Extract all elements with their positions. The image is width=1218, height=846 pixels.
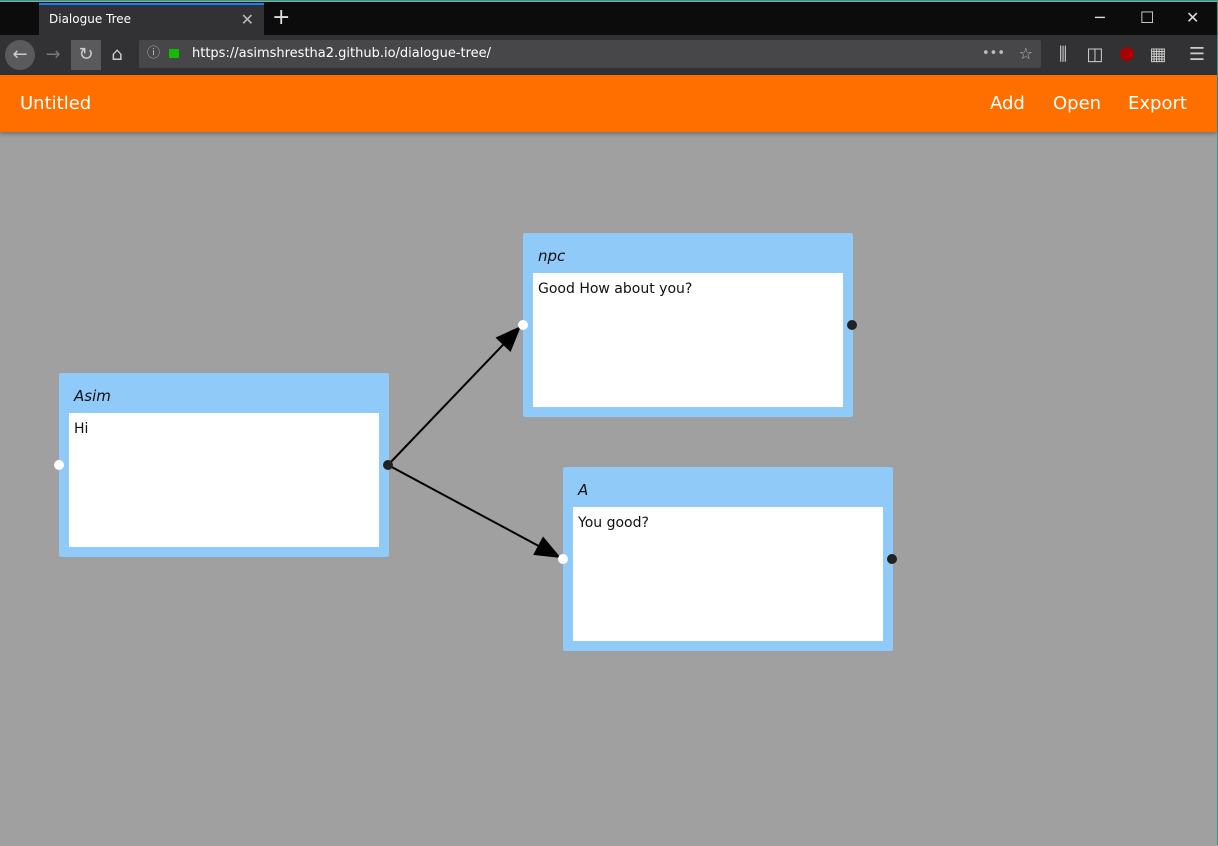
output-connector[interactable]	[887, 554, 897, 564]
node-text-input[interactable]: Hi	[69, 413, 379, 547]
input-connector[interactable]	[558, 554, 568, 564]
link-asim-npc	[387, 325, 522, 466]
dialogue-node-asim[interactable]: Asim Hi	[59, 373, 389, 557]
output-connector[interactable]	[847, 320, 857, 330]
link-asim-a	[387, 464, 562, 559]
dialogue-node-npc[interactable]: npc Good How about you?	[523, 233, 853, 417]
dialogue-node-a[interactable]: A You good?	[563, 467, 893, 651]
node-speaker[interactable]: Asim	[74, 387, 111, 405]
output-connector[interactable]	[383, 460, 393, 470]
node-speaker[interactable]: A	[578, 481, 588, 499]
input-connector[interactable]	[518, 320, 528, 330]
node-text-input[interactable]: You good?	[573, 507, 883, 641]
node-text-input[interactable]: Good How about you?	[533, 273, 843, 407]
node-speaker[interactable]: npc	[538, 247, 565, 265]
input-connector[interactable]	[54, 460, 64, 470]
